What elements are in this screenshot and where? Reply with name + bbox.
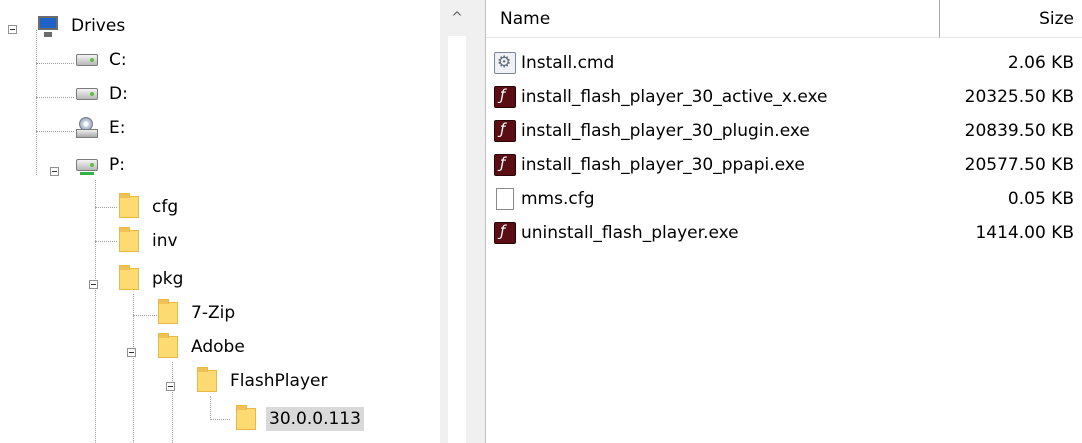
scroll-up-button[interactable]: ^ — [440, 0, 474, 36]
tree-line — [95, 207, 117, 208]
tree-line — [36, 63, 74, 64]
file-row[interactable]: Install.cmd 2.06 KB — [486, 46, 1082, 80]
chevron-up-icon: ^ — [451, 10, 463, 26]
tree-scrollbar[interactable]: ^ — [440, 0, 474, 443]
folder-icon — [236, 405, 258, 431]
tree-node-label: inv — [152, 231, 178, 251]
file-icon — [496, 188, 514, 210]
file-size: 20577.50 KB — [964, 155, 1074, 175]
computer-icon — [38, 14, 60, 38]
tree-line — [210, 396, 211, 420]
collapse-flashplayer-button[interactable] — [166, 382, 175, 391]
tree-node-flashplayer[interactable]: FlashPlayer — [197, 366, 330, 396]
file-name: mms.cfg — [521, 189, 595, 209]
tree-node-adobe[interactable]: Adobe — [158, 332, 248, 362]
file-row[interactable]: install_flash_player_30_active_x.exe 203… — [486, 80, 1082, 114]
pane-splitter[interactable] — [474, 0, 486, 443]
folder-icon — [158, 299, 180, 325]
cd-drive-icon — [76, 116, 98, 140]
file-row[interactable]: mms.cfg 0.05 KB — [486, 182, 1082, 216]
file-size: 1414.00 KB — [975, 223, 1074, 243]
tree-node-drives[interactable]: Drives — [38, 11, 128, 41]
tree-node-drive-d[interactable]: D: — [76, 79, 131, 109]
tree-node-7zip[interactable]: 7-Zip — [158, 298, 238, 328]
folder-icon — [158, 333, 180, 359]
collapse-p-button[interactable] — [50, 167, 59, 176]
tree-line — [210, 419, 230, 420]
file-size: 2.06 KB — [1007, 53, 1074, 73]
hard-drive-icon — [76, 82, 98, 106]
scroll-thumb[interactable] — [448, 36, 466, 443]
column-header-size[interactable]: Size — [940, 0, 1082, 38]
flash-icon — [494, 120, 516, 142]
script-icon — [494, 52, 516, 74]
file-list: Name Size Install.cmd 2.06 KB install_fl… — [486, 0, 1082, 443]
tree-node-30-0-0-113[interactable]: 30.0.0.113 — [236, 404, 364, 434]
tree-line — [36, 97, 74, 98]
file-name: install_flash_player_30_plugin.exe — [521, 121, 810, 141]
collapse-drives-button[interactable] — [8, 25, 17, 34]
folder-tree: Drives C: D: E: P: cfg inv pkg 7-Zip Ado… — [0, 0, 440, 443]
tree-line — [95, 180, 96, 443]
tree-line — [36, 30, 37, 175]
tree-node-label: Drives — [71, 16, 126, 36]
file-row[interactable]: install_flash_player_30_plugin.exe 20839… — [486, 114, 1082, 148]
file-size: 20839.50 KB — [964, 121, 1074, 141]
tree-node-label: P: — [109, 155, 125, 175]
tree-node-drive-p[interactable]: P: — [76, 150, 128, 180]
column-header-name[interactable]: Name — [486, 0, 940, 38]
tree-node-inv[interactable]: inv — [119, 226, 181, 256]
tree-node-label: 30.0.0.113 — [266, 407, 364, 431]
tree-node-cfg[interactable]: cfg — [119, 192, 181, 222]
file-row[interactable]: install_flash_player_30_ppapi.exe 20577.… — [486, 148, 1082, 182]
folder-icon — [119, 227, 141, 253]
tree-node-label: 7-Zip — [191, 303, 236, 323]
tree-node-label: E: — [109, 118, 126, 138]
tree-node-label: C: — [109, 50, 127, 70]
tree-node-label: D: — [109, 84, 128, 104]
file-name: install_flash_player_30_active_x.exe — [521, 87, 828, 107]
flash-icon — [494, 154, 516, 176]
file-name: install_flash_player_30_ppapi.exe — [521, 155, 805, 175]
column-header-label: Name — [500, 8, 551, 29]
tree-node-drive-e[interactable]: E: — [76, 113, 128, 143]
tree-line — [95, 241, 117, 242]
tree-node-label: Adobe — [191, 337, 245, 357]
folder-icon — [119, 193, 141, 219]
flash-icon — [494, 222, 516, 244]
tree-node-label: pkg — [152, 269, 184, 289]
file-size: 20325.50 KB — [964, 87, 1074, 107]
network-drive-icon — [76, 153, 98, 177]
column-header-label: Size — [1039, 8, 1074, 29]
collapse-adobe-button[interactable] — [127, 348, 136, 357]
tree-node-drive-c[interactable]: C: — [76, 45, 130, 75]
tree-node-label: cfg — [152, 197, 179, 217]
tree-line — [133, 294, 134, 443]
file-name: Install.cmd — [521, 53, 615, 73]
file-name: uninstall_flash_player.exe — [521, 223, 739, 243]
hard-drive-icon — [76, 48, 98, 72]
tree-node-pkg[interactable]: pkg — [119, 264, 186, 294]
tree-line — [36, 131, 74, 132]
tree-node-label: FlashPlayer — [230, 371, 328, 391]
flash-icon — [494, 86, 516, 108]
collapse-pkg-button[interactable] — [89, 280, 98, 289]
file-row[interactable]: uninstall_flash_player.exe 1414.00 KB — [486, 216, 1082, 250]
tree-line — [133, 315, 157, 316]
file-size: 0.05 KB — [1007, 189, 1074, 209]
folder-icon — [197, 367, 219, 393]
folder-icon — [119, 265, 141, 291]
tree-line — [172, 362, 173, 443]
